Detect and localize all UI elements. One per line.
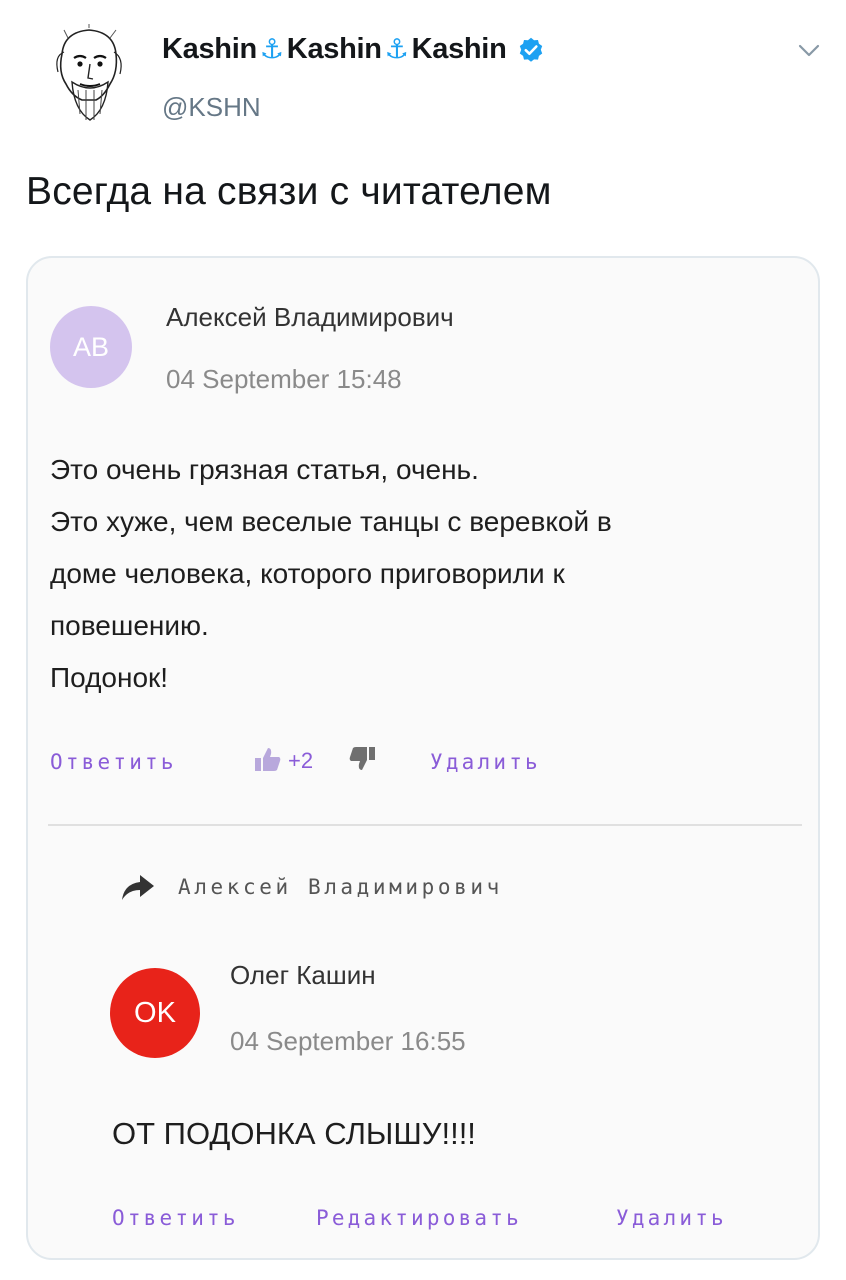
display-name-part: Kashin [411,33,507,65]
attached-image-card[interactable]: АВ Алексей Владимирович 04 September 15:… [26,256,820,1260]
display-name-part: Kashin [286,33,382,65]
comment-body: Это очень грязная статья, очень. Это хуж… [50,444,790,704]
display-name-part: Kashin [162,33,257,65]
reply-button[interactable]: Ответить [112,1206,239,1230]
comment-avatar: АВ [50,306,132,388]
vote-score: +2 [288,748,314,773]
comment-line: Подонок! [50,662,169,693]
chevron-down-icon[interactable] [798,44,820,58]
thumbs-up-icon[interactable] [254,746,282,772]
tweet-text: Всегда на связи с читателем [26,170,552,213]
avatar-initials: АВ [72,331,110,362]
reply-avatar: OK [110,968,200,1058]
reply-date: 04 September 16:55 [230,1026,466,1056]
avatar-initials: OK [134,996,176,1029]
anchor-icon: ⚓ [259,34,284,64]
edit-button[interactable]: Редактировать [316,1206,522,1230]
reply-button[interactable]: Ответить [50,750,177,774]
verified-badge-icon [520,37,543,62]
profile-avatar[interactable] [44,24,134,124]
tweet-container: Kashin ⚓ Kashin ⚓ Kashin @KSHN Всегда на… [0,0,846,1280]
user-handle[interactable]: @KSHN [162,92,261,123]
reply-author: Олег Кашин [230,960,376,990]
comment-line: Это очень грязная статья, очень. [50,454,479,485]
reply-arrow-icon [122,875,154,900]
anchor-icon: ⚓ [384,34,409,64]
delete-button[interactable]: Удалить [430,750,541,774]
comment-line: доме человека, которого приговорили к [50,558,565,589]
comment-line: Это хуже, чем веселые танцы с веревкой в [50,506,612,537]
comment-line: повешению. [50,610,209,641]
comment-date: 04 September 15:48 [166,364,402,394]
reply-body: ОТ ПОДОНКА СЛЫШУ!!!! [112,1116,476,1151]
comment-author: Алексей Владимирович [166,302,454,332]
divider [48,824,802,826]
delete-button[interactable]: Удалить [616,1206,727,1230]
display-name[interactable]: Kashin ⚓ Kashin ⚓ Kashin [162,33,545,66]
thumbs-down-icon[interactable] [348,746,376,772]
reply-to-author[interactable]: Алексей Владимирович [178,875,503,899]
